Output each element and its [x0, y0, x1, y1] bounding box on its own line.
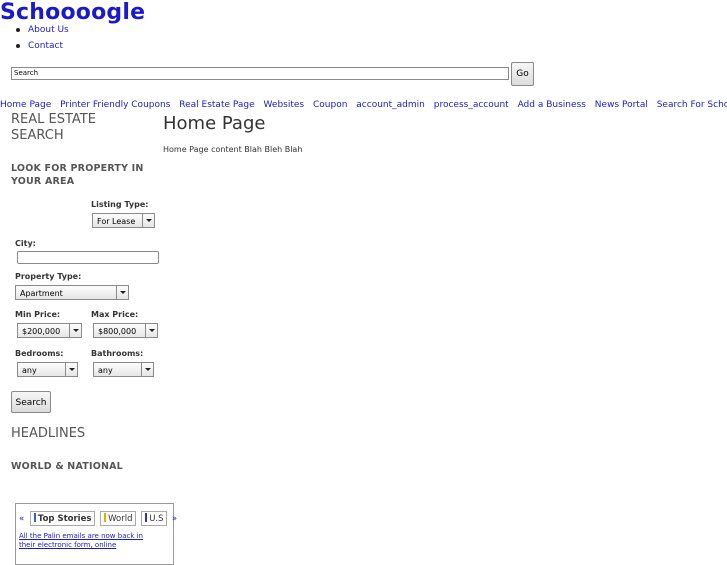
- bedrooms-select[interactable]: any: [17, 362, 78, 377]
- max-price-label: Max Price:: [91, 310, 139, 319]
- tab-color-marker: [145, 513, 148, 522]
- nav-home-page[interactable]: Home Page: [0, 100, 51, 110]
- sidebar-title: REAL ESTATE SEARCH: [11, 112, 96, 144]
- bedrooms-value: any: [22, 366, 37, 375]
- nav-news-portal[interactable]: News Portal: [595, 100, 648, 110]
- city-input[interactable]: [17, 251, 159, 264]
- chevron-down-icon: [142, 214, 154, 227]
- top-link-item: About Us: [16, 24, 69, 40]
- tab-color-marker: [104, 513, 107, 522]
- min-price-value: $200,000: [22, 327, 61, 336]
- main-nav: Home Page Printer Friendly Coupons Real …: [0, 100, 727, 110]
- chevron-down-icon: [145, 324, 157, 337]
- listing-type-value: For Lease: [97, 217, 136, 226]
- property-type-label: Property Type:: [15, 272, 82, 281]
- bathrooms-label: Bathrooms:: [91, 349, 144, 358]
- tab-label: U.S: [149, 514, 164, 524]
- bullet-icon: [16, 27, 20, 32]
- sidebar-title-line: SEARCH: [11, 128, 64, 143]
- world-national-heading: WORLD & NATIONAL: [11, 461, 123, 472]
- tab-label: Top Stories: [37, 514, 92, 524]
- nav-add-a-business[interactable]: Add a Business: [518, 100, 586, 110]
- listing-type-select[interactable]: For Lease: [92, 213, 155, 228]
- page-title: Home Page: [163, 113, 266, 134]
- bathrooms-value: any: [98, 366, 113, 375]
- top-links: About Us Contact: [16, 24, 69, 56]
- headlines-heading: HEADLINES: [11, 426, 86, 441]
- property-type-value: Apartment: [20, 289, 63, 298]
- prev-arrow-icon[interactable]: «: [19, 514, 24, 524]
- min-price-select[interactable]: $200,000: [17, 323, 82, 338]
- chevron-down-icon: [141, 363, 153, 376]
- nav-coupon[interactable]: Coupon: [313, 100, 347, 110]
- sidebar-subtitle: LOOK FOR PROPERTY IN YOUR AREA: [11, 162, 144, 188]
- search-input[interactable]: [11, 67, 509, 80]
- tab-world[interactable]: World: [100, 511, 137, 526]
- about-us-link[interactable]: About Us: [28, 25, 69, 35]
- search-button[interactable]: Search: [11, 391, 51, 413]
- min-price-label: Min Price:: [15, 310, 61, 319]
- go-button[interactable]: Go: [511, 62, 534, 86]
- nav-account-admin[interactable]: account_admin: [356, 100, 425, 110]
- nav-search-for-school[interactable]: Search For School: [657, 100, 727, 110]
- news-tabs: « Top Stories World U.S »: [19, 511, 177, 526]
- page-content: Home Page content Blah Bleh Blah: [163, 145, 303, 154]
- max-price-value: $800,000: [98, 327, 137, 336]
- contact-link[interactable]: Contact: [28, 41, 63, 51]
- sidebar-title-line: REAL ESTATE: [11, 112, 96, 127]
- nav-websites[interactable]: Websites: [264, 100, 305, 110]
- sidebar-subtitle-line: YOUR AREA: [11, 176, 75, 187]
- max-price-select[interactable]: $800,000: [93, 323, 158, 338]
- bedrooms-label: Bedrooms:: [15, 349, 64, 358]
- nav-printer-friendly-coupons[interactable]: Printer Friendly Coupons: [60, 100, 170, 110]
- tab-us[interactable]: U.S: [141, 511, 168, 526]
- tab-top-stories[interactable]: Top Stories: [29, 511, 96, 526]
- next-arrow-icon[interactable]: »: [172, 514, 177, 524]
- site-logo[interactable]: Schoooogle: [0, 0, 145, 25]
- news-headline-link[interactable]: All the Palin emails are now back in the…: [19, 532, 159, 550]
- top-link-item: Contact: [16, 40, 69, 56]
- chevron-down-icon: [65, 363, 77, 376]
- tab-color-marker: [33, 513, 36, 522]
- chevron-down-icon: [116, 286, 128, 299]
- bullet-icon: [16, 43, 20, 48]
- listing-type-label: Listing Type:: [91, 200, 149, 209]
- tab-label: World: [108, 514, 133, 524]
- nav-real-estate-page[interactable]: Real Estate Page: [179, 100, 254, 110]
- bathrooms-select[interactable]: any: [93, 362, 154, 377]
- city-label: City:: [15, 239, 36, 248]
- sidebar-subtitle-line: LOOK FOR PROPERTY IN: [11, 163, 144, 174]
- nav-process-account[interactable]: process_account: [434, 100, 509, 110]
- news-widget: « Top Stories World U.S » All the Palin …: [15, 503, 177, 565]
- property-type-select[interactable]: Apartment: [15, 285, 129, 300]
- chevron-down-icon: [69, 324, 81, 337]
